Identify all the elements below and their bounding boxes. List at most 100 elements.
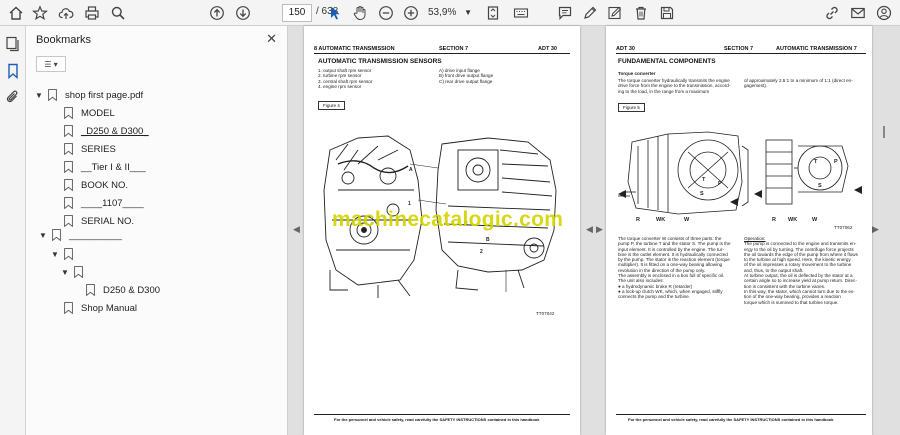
- save-button[interactable]: [657, 3, 677, 23]
- zoom-level-value: 53,9%: [428, 7, 457, 18]
- bookmark-label: __Tier I & II___: [81, 161, 146, 173]
- watermark-text: machinecatalogic.com: [332, 208, 564, 231]
- label-s-right: S: [818, 183, 822, 189]
- bookmark-label: ____1107____: [81, 197, 144, 209]
- draw-button[interactable]: [605, 3, 625, 23]
- zoom-in-button[interactable]: [401, 3, 421, 23]
- bookmark-item[interactable]: ▼ __________: [38, 227, 122, 243]
- hand-icon: [353, 6, 366, 20]
- account-button[interactable]: [874, 3, 894, 23]
- upload-cloud-button[interactable]: [56, 3, 76, 23]
- close-icon[interactable]: ✕: [266, 31, 277, 47]
- bookmark-item[interactable]: MODEL: [50, 105, 115, 121]
- bookmark-item[interactable]: _D250 & D300_: [50, 123, 149, 139]
- attachments-button[interactable]: [5, 89, 21, 105]
- page-fit-button[interactable]: [482, 3, 504, 23]
- minus-circle-icon: [379, 6, 393, 20]
- select-tool-button[interactable]: [325, 3, 345, 23]
- operation-text: Operation: The pump is connected to the …: [744, 236, 870, 305]
- pen-icon: [584, 6, 597, 19]
- bookmark-icon: [64, 125, 73, 137]
- previous-page-button[interactable]: [207, 3, 227, 23]
- user-icon: [876, 5, 892, 21]
- star-icon: [32, 5, 48, 21]
- share-link-button[interactable]: [822, 3, 842, 23]
- page-thumbnails-button[interactable]: [5, 36, 21, 52]
- panel-title: Bookmarks: [36, 34, 92, 46]
- chevron-down-icon[interactable]: ▼: [38, 231, 48, 240]
- bookmark-icon: [64, 302, 73, 314]
- keyboard-icon: [513, 8, 529, 18]
- label-wk-right: WK: [788, 217, 798, 223]
- sensor-list: 1. output shaft rpm sensor 2. turbine rp…: [318, 68, 372, 89]
- bookmark-item[interactable]: BOOK NO.: [50, 177, 128, 193]
- delete-button[interactable]: [631, 3, 651, 23]
- label-r-right: R: [772, 217, 776, 223]
- search-button[interactable]: [108, 3, 128, 23]
- bookmark-star-button[interactable]: [30, 3, 50, 23]
- cursor-arrow-icon: [331, 6, 340, 20]
- chevron-right-icon[interactable]: ▶: [596, 224, 603, 235]
- bookmark-icon: [64, 248, 73, 260]
- bookmark-options-dropdown[interactable]: ☰ ▾: [36, 56, 66, 72]
- subsection-title: Torque converter: [618, 71, 656, 76]
- next-page-button[interactable]: [233, 3, 253, 23]
- bookmark-label: SERIAL NO.: [81, 215, 134, 227]
- highlight-button[interactable]: [580, 3, 600, 23]
- callout-a: A: [409, 167, 413, 173]
- bookmark-item[interactable]: D250 & D300: [72, 282, 160, 298]
- footer-rule: [314, 414, 570, 415]
- bookmark-label: MODEL: [81, 107, 115, 119]
- chevron-left-icon[interactable]: ◀: [293, 224, 300, 235]
- bookmark-item[interactable]: ▼: [50, 246, 81, 262]
- chevron-down-icon[interactable]: ▼: [60, 268, 70, 277]
- comment-button[interactable]: [555, 3, 575, 23]
- print-button[interactable]: [82, 3, 102, 23]
- home-button[interactable]: [6, 3, 26, 23]
- bookmark-item[interactable]: __Tier I & II___: [50, 159, 146, 175]
- chevron-down-icon[interactable]: ▼: [34, 91, 44, 100]
- floppy-disk-icon: [660, 6, 674, 20]
- bookmark-item[interactable]: SERIES: [50, 141, 116, 157]
- bookmarks-panel-button[interactable]: [5, 63, 21, 80]
- bookmark-icon: [64, 161, 73, 173]
- zoom-level-dropdown[interactable]: 53,9% ▼: [428, 4, 472, 22]
- paperclip-icon: [6, 90, 18, 103]
- vertical-scrollbar-thumb[interactable]: [883, 126, 885, 138]
- bookmark-icon: [64, 107, 73, 119]
- figure-label: Figure 5: [618, 103, 645, 112]
- callout-1: 1: [408, 201, 411, 207]
- bookmark-icon: [64, 143, 73, 155]
- chevron-down-icon: ▼: [464, 8, 472, 17]
- fit-page-icon: [487, 6, 499, 20]
- pdf-viewer-window: 150 / 638 53,9% ▼ Bookmarks ✕ ☰ ▾ ▼ shop…: [0, 0, 900, 435]
- bookmark-item[interactable]: ▼ shop first page.pdf: [34, 87, 143, 103]
- section-title: AUTOMATIC TRANSMISSION SENSORS: [318, 58, 442, 65]
- flange-list: A) drive input flange B) front drive out…: [439, 68, 493, 84]
- hand-tool-button[interactable]: [350, 3, 370, 23]
- label-w: W: [684, 217, 690, 223]
- bookmark-item[interactable]: ____1107____: [50, 195, 144, 211]
- home-icon: [9, 6, 23, 20]
- scroll-mode-button[interactable]: [510, 3, 532, 23]
- chevron-left-icon[interactable]: ◀: [586, 224, 593, 235]
- page-header-right: AUTOMATIC TRANSMISSION 7: [776, 46, 857, 52]
- page-footer: For the personnel and vehicle safety, re…: [628, 417, 834, 422]
- section-title: FUNDAMENTAL COMPONENTS: [618, 58, 716, 65]
- bookmark-item[interactable]: Shop Manual: [50, 300, 137, 316]
- bookmark-label: _D250 & D300_: [81, 125, 149, 137]
- pencil-edit-icon: [608, 6, 622, 20]
- page-header-model: ADT 30: [538, 46, 557, 52]
- list-item: C) rear drive output flange: [439, 78, 493, 84]
- zoom-out-button[interactable]: [376, 3, 396, 23]
- bookmark-icon: [64, 179, 73, 191]
- chevron-right-icon[interactable]: ▶: [872, 224, 879, 235]
- email-button[interactable]: [848, 3, 868, 23]
- label-s: S: [700, 191, 704, 197]
- label-w-right: W: [812, 217, 818, 223]
- chevron-down-icon[interactable]: ▼: [50, 250, 60, 259]
- label-p: P: [718, 181, 722, 187]
- bookmark-item[interactable]: ▼: [60, 264, 91, 280]
- page-number-input[interactable]: 150: [282, 4, 312, 22]
- page-header-left: 8 AUTOMATIC TRANSMISSION: [314, 46, 395, 52]
